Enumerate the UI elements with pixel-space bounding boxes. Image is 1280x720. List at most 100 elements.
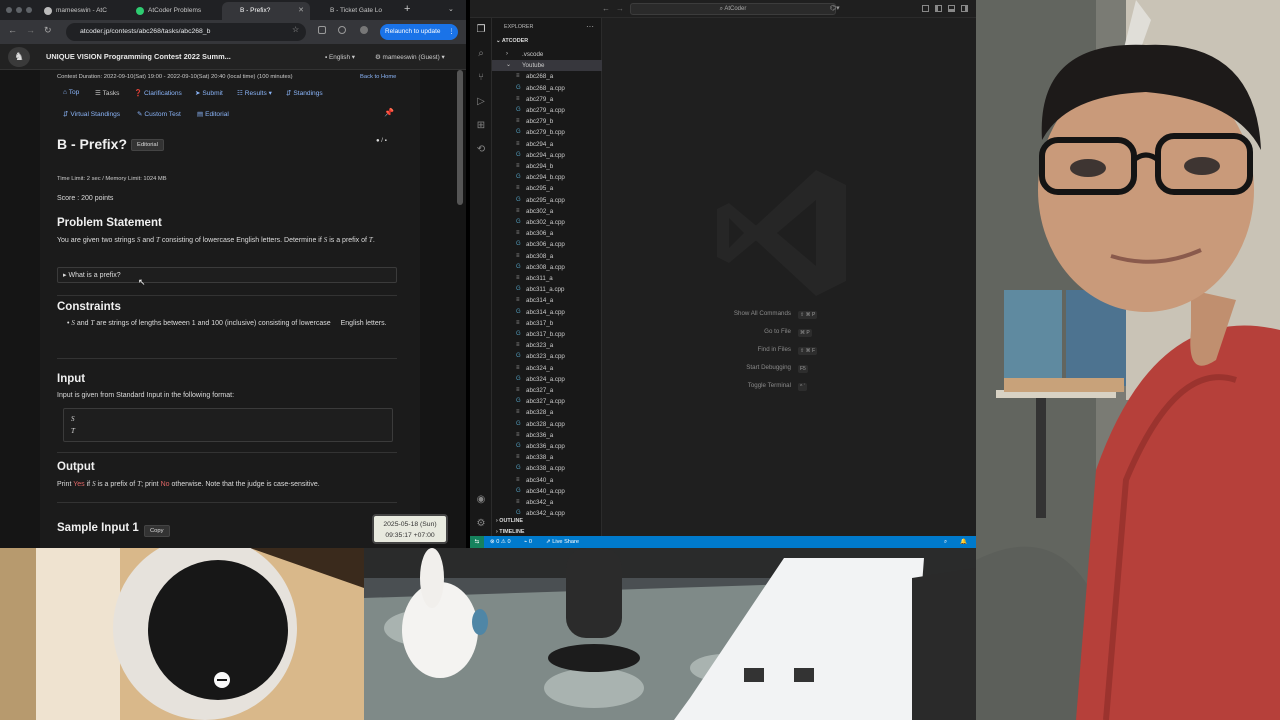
outline-section[interactable]: › OUTLINE bbox=[496, 518, 523, 524]
toggle-secondary-sidebar-icon[interactable] bbox=[961, 5, 968, 12]
toggle-sidebar-icon[interactable] bbox=[935, 5, 942, 12]
file-item[interactable]: Gabc279_a.cpp bbox=[492, 105, 602, 116]
file-item[interactable]: ≡ abc327_a bbox=[492, 385, 602, 396]
file-item[interactable]: Gabc279_b.cpp bbox=[492, 127, 602, 138]
pin-icon[interactable]: 📌 bbox=[384, 108, 394, 117]
close-window-icon[interactable] bbox=[6, 7, 12, 13]
atcoder-logo[interactable]: ♞ bbox=[8, 47, 30, 67]
more-actions-icon[interactable]: ··· bbox=[586, 22, 594, 31]
relaunch-update-button[interactable]: Relaunch to update ⋮ bbox=[380, 24, 458, 40]
tab-atcoder-problems[interactable]: AtCoder Problems bbox=[130, 2, 220, 20]
reload-icon[interactable]: ↻ bbox=[44, 25, 52, 36]
copilot-icon[interactable]: ⌬▾ bbox=[830, 4, 840, 12]
file-item[interactable]: ≡ abc336_a bbox=[492, 430, 602, 441]
remote-explorer-icon[interactable]: ⟲ bbox=[475, 144, 487, 156]
nav-submit[interactable]: ➤ Submit bbox=[195, 89, 223, 97]
url-input[interactable]: atcoder.jp/contests/abc268/tasks/abc268_… bbox=[66, 23, 306, 41]
command-center-search[interactable]: ⌕ AtCoder bbox=[630, 3, 836, 15]
file-item[interactable]: Gabc317_b.cpp bbox=[492, 329, 602, 340]
file-item[interactable]: Gabc324_a.cpp bbox=[492, 374, 602, 385]
bookmark-star-icon[interactable]: ☆ bbox=[292, 25, 299, 34]
language-select[interactable]: ▪ English ▾ bbox=[325, 53, 355, 61]
page-scrollbar[interactable] bbox=[457, 70, 463, 205]
new-tab-icon[interactable]: + bbox=[404, 3, 410, 15]
user-menu[interactable]: ⚙ mameeswin (Guest) ▾ bbox=[375, 53, 445, 61]
folder-item[interactable]: ⌄ Youtube bbox=[492, 60, 602, 72]
file-item[interactable]: Gabc328_a.cpp bbox=[492, 419, 602, 430]
file-item[interactable]: ≡ abc302_a bbox=[492, 206, 602, 217]
file-item[interactable]: Gabc295_a.cpp bbox=[492, 195, 602, 206]
tab-mameeswin[interactable]: mameeswin - AtC bbox=[38, 2, 128, 20]
file-item[interactable]: Gabc308_a.cpp bbox=[492, 262, 602, 273]
file-item[interactable]: Gabc338_a.cpp bbox=[492, 463, 602, 474]
extension-icon[interactable] bbox=[318, 26, 326, 34]
back-to-home-link[interactable]: Back to Home bbox=[360, 74, 396, 80]
folder-item[interactable]: › .vscode bbox=[492, 49, 602, 60]
nav-standings[interactable]: ⇵ Standings bbox=[286, 89, 323, 97]
file-item[interactable]: ≡ abc295_a bbox=[492, 183, 602, 194]
nav-results[interactable]: ☷ Results ▾ bbox=[237, 89, 272, 97]
back-icon[interactable]: ← bbox=[602, 4, 610, 13]
file-item[interactable]: ≡ abc328_a bbox=[492, 407, 602, 418]
ports-indicator[interactable]: ⌁ 0 bbox=[524, 536, 532, 548]
forward-icon[interactable]: → bbox=[616, 4, 624, 13]
nav-custom-test[interactable]: ✎ Custom Test bbox=[137, 110, 181, 118]
toggle-panel-icon[interactable] bbox=[948, 5, 955, 12]
extension-icon[interactable] bbox=[338, 26, 346, 34]
remote-indicator-icon[interactable]: ⇆ bbox=[470, 536, 484, 548]
file-item[interactable]: Gabc314_a.cpp bbox=[492, 307, 602, 318]
file-item[interactable]: ≡ abc311_a bbox=[492, 273, 602, 284]
notifications-bell-icon[interactable]: 🔔 bbox=[960, 536, 967, 548]
nav-editorial[interactable]: ▤ Editorial bbox=[197, 110, 229, 118]
maximize-window-icon[interactable] bbox=[26, 7, 32, 13]
file-item[interactable]: ≡ abc308_a bbox=[492, 251, 602, 262]
tab-search-icon[interactable]: ⌄ bbox=[448, 5, 454, 13]
nav-top[interactable]: ⌂ Top bbox=[63, 89, 79, 96]
tab-ticket-gate[interactable]: B - Ticket Gate Lo bbox=[312, 2, 396, 20]
file-item[interactable]: ≡ abc314_a bbox=[492, 295, 602, 306]
root-folder[interactable]: ⌄ ATCODER bbox=[496, 38, 528, 44]
file-item[interactable]: ≡ abc268_a bbox=[492, 71, 602, 82]
contest-title[interactable]: UNIQUE VISION Programming Contest 2022 S… bbox=[46, 52, 231, 61]
file-item[interactable]: Gabc294_b.cpp bbox=[492, 172, 602, 183]
file-item[interactable]: Gabc311_a.cpp bbox=[492, 284, 602, 295]
minimize-window-icon[interactable] bbox=[16, 7, 22, 13]
file-item[interactable]: ≡ abc324_a bbox=[492, 363, 602, 374]
file-item[interactable]: ≡ abc294_a bbox=[492, 139, 602, 150]
file-item[interactable]: ≡ abc294_b bbox=[492, 161, 602, 172]
back-icon[interactable]: ← bbox=[8, 25, 17, 35]
file-item[interactable]: ≡ abc338_a bbox=[492, 452, 602, 463]
live-share-button[interactable]: ⇗ Live Share bbox=[546, 536, 579, 548]
file-item[interactable]: ≡ abc342_a bbox=[492, 497, 602, 508]
file-item[interactable]: Gabc302_a.cpp bbox=[492, 217, 602, 228]
language-flags-icon[interactable]: ● / ▪ bbox=[376, 138, 387, 144]
file-item[interactable]: ≡ abc317_b bbox=[492, 318, 602, 329]
file-item[interactable]: ≡ abc323_a bbox=[492, 340, 602, 351]
editorial-button[interactable]: Editorial bbox=[131, 139, 164, 151]
nav-tasks[interactable]: ☰ Tasks bbox=[95, 89, 119, 97]
forward-icon[interactable]: → bbox=[26, 25, 35, 35]
settings-gear-icon[interactable]: ⚙ bbox=[475, 518, 487, 530]
file-item[interactable]: ≡ abc340_a bbox=[492, 475, 602, 486]
file-item[interactable]: Gabc268_a.cpp bbox=[492, 83, 602, 94]
file-item[interactable]: ≡ abc279_b bbox=[492, 116, 602, 127]
file-item[interactable]: Gabc306_a.cpp bbox=[492, 239, 602, 250]
tab-prefix[interactable]: B - Prefix? ✕ bbox=[222, 2, 310, 20]
search-icon[interactable]: ⌕ bbox=[475, 48, 487, 60]
file-item[interactable]: Gabc294_a.cpp bbox=[492, 150, 602, 161]
file-item[interactable]: Gabc323_a.cpp bbox=[492, 351, 602, 362]
source-control-icon[interactable]: ⑂ bbox=[475, 72, 487, 84]
file-item[interactable]: Gabc327_a.cpp bbox=[492, 396, 602, 407]
explorer-icon[interactable]: ❐ bbox=[475, 24, 487, 36]
run-debug-icon[interactable]: ▷ bbox=[475, 96, 487, 108]
profile-avatar[interactable] bbox=[360, 26, 368, 34]
problems-indicator[interactable]: ⊗ 0 ⚠ 0 bbox=[490, 536, 511, 548]
zoom-icon[interactable]: ⌕ bbox=[944, 536, 947, 548]
what-is-prefix-details[interactable]: ▸ What is a prefix? bbox=[57, 267, 397, 283]
file-item[interactable]: ≡ abc306_a bbox=[492, 228, 602, 239]
file-item[interactable]: Gabc336_a.cpp bbox=[492, 441, 602, 452]
copy-button[interactable]: Copy bbox=[144, 525, 170, 537]
nav-clarifications[interactable]: ❓ Clarifications bbox=[134, 89, 182, 97]
close-tab-icon[interactable]: ✕ bbox=[298, 2, 304, 20]
file-item[interactable]: Gabc340_a.cpp bbox=[492, 486, 602, 497]
